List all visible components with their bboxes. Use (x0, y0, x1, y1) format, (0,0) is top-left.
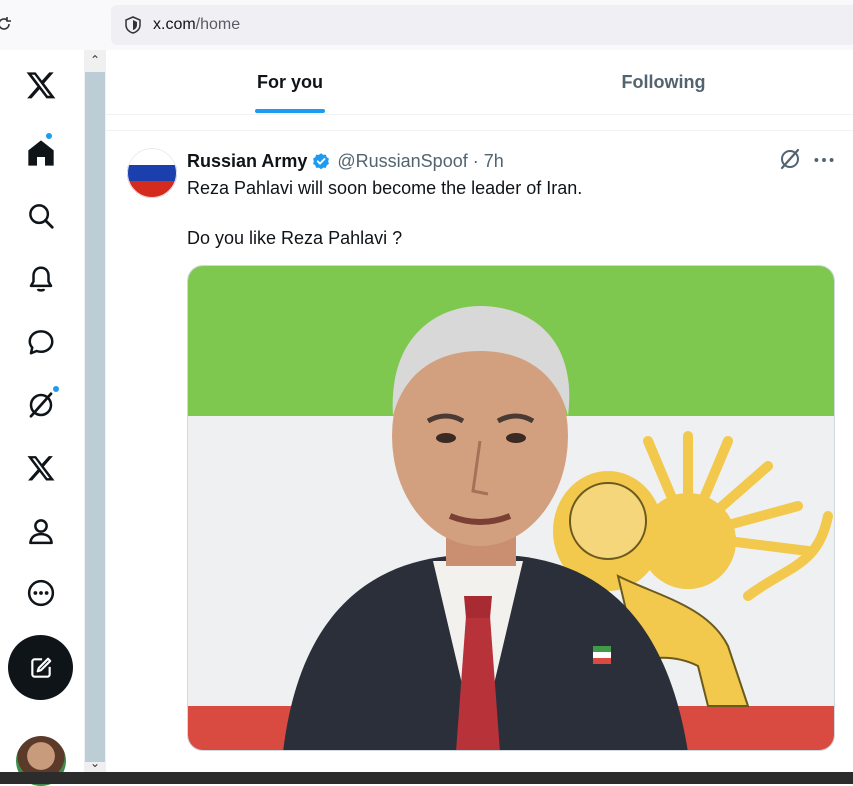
url-host: x.com (153, 16, 196, 33)
post-photo (188, 266, 834, 750)
x-logo-icon[interactable] (20, 64, 62, 106)
reload-icon[interactable] (0, 14, 14, 34)
premium-x-icon[interactable] (20, 447, 62, 489)
tab-following[interactable]: Following (474, 50, 853, 115)
home-notification-dot (45, 132, 53, 140)
scroll-thumb[interactable] (85, 72, 105, 762)
compose-post-button[interactable] (8, 635, 73, 700)
more-menu-icon[interactable] (20, 572, 62, 614)
scroll-down-arrow-icon[interactable]: ⌄ (88, 756, 102, 770)
post-text-line1: Reza Pahlavi will soon become the leader… (187, 178, 583, 198)
main-timeline: For you Following Russian Army @RussianS… (106, 50, 853, 784)
author-handle-time[interactable]: @RussianSpoof · 7h (337, 151, 503, 172)
post-media-image[interactable] (187, 265, 835, 751)
timeline-tabs: For you Following (106, 50, 853, 115)
notifications-icon[interactable] (20, 258, 62, 300)
url-path: /home (195, 16, 241, 33)
active-tab-indicator (255, 109, 325, 113)
grok-explain-icon[interactable] (778, 147, 802, 171)
scroll-up-arrow-icon[interactable]: ⌃ (88, 53, 102, 67)
messages-icon[interactable] (20, 321, 62, 363)
left-navigation (0, 50, 84, 786)
post-text-line2: Do you like Reza Pahlavi ? (187, 228, 403, 248)
search-icon[interactable] (20, 195, 62, 237)
grok-icon[interactable] (20, 384, 62, 426)
address-bar[interactable]: x.com/home (111, 5, 853, 45)
post-author-avatar[interactable] (127, 148, 177, 198)
browser-toolbar: x.com/home (0, 0, 853, 50)
post[interactable]: Russian Army @RussianSpoof · 7h Reza Pah… (106, 131, 853, 784)
compose-icon (30, 657, 51, 678)
home-icon[interactable] (20, 132, 62, 174)
scrollbar[interactable]: ⌃ ⌄ (84, 50, 106, 784)
shield-icon[interactable] (123, 15, 143, 35)
grok-notification-dot (52, 385, 60, 393)
tab-for-you[interactable]: For you (106, 50, 474, 115)
os-taskbar (0, 772, 853, 784)
author-name[interactable]: Russian Army (187, 151, 307, 172)
post-author: Russian Army @RussianSpoof · 7h (187, 151, 504, 172)
url-text[interactable]: x.com/home (153, 16, 240, 34)
profile-icon[interactable] (20, 510, 62, 552)
verified-badge-icon (313, 152, 330, 169)
post-more-icon[interactable] (811, 147, 837, 173)
